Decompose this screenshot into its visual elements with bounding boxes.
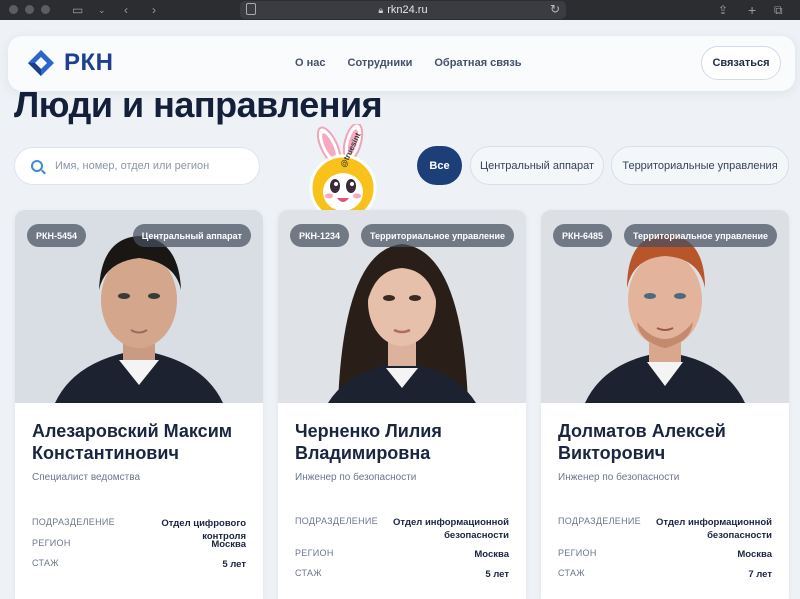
close-window-button[interactable]	[9, 5, 18, 14]
employee-card[interactable]: РКН-6485 Территориальное управление Долм…	[541, 210, 789, 599]
division-label: ПОДРАЗДЕЛЕНИЕ	[295, 516, 378, 526]
unit-badge: Территориальное управление	[623, 224, 777, 247]
employee-id-badge: РКН-5454	[27, 224, 87, 247]
region-label: РЕГИОН	[32, 538, 71, 548]
unit-badge: Центральный аппарат	[132, 224, 251, 247]
share-icon[interactable]: ⇪	[718, 2, 728, 18]
tenure-label: СТАЖ	[32, 558, 59, 568]
search-box[interactable]	[14, 147, 260, 185]
tenure-value: 5 лет	[222, 559, 246, 570]
region-value: Москва	[737, 549, 772, 560]
region-row: РЕГИОН Москва	[32, 538, 246, 551]
division-label: ПОДРАЗДЕЛЕНИЕ	[558, 516, 641, 526]
search-icon	[31, 160, 43, 172]
employee-name: Долматов Алексей Викторович	[558, 421, 726, 463]
division-row: ПОДРАЗДЕЛЕНИЕ Отдел информационной безоп…	[558, 516, 772, 542]
filter-territorial-departments[interactable]: Территориальные управления	[611, 146, 789, 185]
tenure-row: СТАЖ 5 лет	[32, 558, 246, 571]
tenure-value: 5 лет	[485, 569, 509, 580]
division-row: ПОДРАЗДЕЛЕНИЕ Отдел информационной безоп…	[295, 516, 509, 542]
employee-name: Алезаровский Максим Константинович	[32, 421, 233, 463]
employee-id-badge: РКН-6485	[553, 224, 613, 247]
main-nav: О нас Сотрудники Обратная связь	[295, 57, 522, 69]
tabs-overview-icon[interactable]: ⧉	[774, 2, 783, 18]
chevron-down-icon[interactable]: ⌄	[98, 2, 106, 18]
search-input[interactable]	[55, 160, 245, 172]
region-label: РЕГИОН	[295, 548, 334, 558]
nav-link-about[interactable]: О нас	[295, 57, 326, 69]
back-icon[interactable]: ‹	[124, 2, 128, 18]
region-label: РЕГИОН	[558, 548, 597, 558]
unit-badge: Территориальное управление	[360, 224, 514, 247]
employee-photo: РКН-5454 Центральный аппарат	[15, 210, 263, 403]
nav-link-staff[interactable]: Сотрудники	[348, 57, 413, 69]
division-value: Отдел информационной безопасности	[393, 517, 509, 541]
division-value: Отдел информационной безопасности	[656, 517, 772, 541]
filter-central-office[interactable]: Центральный аппарат	[470, 146, 604, 185]
tenure-row: СТАЖ 5 лет	[295, 568, 509, 581]
employee-id-badge: РКН-1234	[290, 224, 350, 247]
lock-icon: 🔒︎	[378, 4, 384, 15]
address-bar[interactable]: 🔒︎ rkn24.ru ↻	[240, 1, 566, 19]
employee-photo: РКН-1234 Территориальное управление	[278, 210, 526, 403]
region-value: Москва	[211, 539, 246, 550]
region-row: РЕГИОН Москва	[295, 548, 509, 561]
employee-name: Черненко Лилия Владимировна	[295, 421, 442, 463]
url-text: rkn24.ru	[387, 4, 428, 16]
employee-card[interactable]: РКН-5454 Центральный аппарат Алезаровски…	[15, 210, 263, 599]
tenure-label: СТАЖ	[295, 568, 322, 578]
forward-icon[interactable]: ›	[152, 2, 156, 18]
nav-link-feedback[interactable]: Обратная связь	[434, 57, 521, 69]
region-value: Москва	[474, 549, 509, 560]
logo-mark-icon	[28, 50, 54, 76]
site-header: РКН О нас Сотрудники Обратная связь Связ…	[8, 36, 795, 91]
page-icon	[246, 3, 256, 15]
bunny-sticker-icon: @truesint	[309, 124, 377, 222]
page: РКН О нас Сотрудники Обратная связь Связ…	[0, 20, 800, 599]
employee-role: Инженер по безопасности	[558, 472, 680, 483]
filter-all[interactable]: Все	[417, 146, 462, 185]
reload-icon[interactable]: ↻	[550, 2, 560, 16]
sidebar-icon[interactable]: ▭	[72, 2, 83, 18]
tenure-row: СТАЖ 7 лет	[558, 568, 772, 581]
tenure-label: СТАЖ	[558, 568, 585, 578]
region-row: РЕГИОН Москва	[558, 548, 772, 561]
logo-text: РКН	[64, 49, 114, 76]
browser-toolbar: ▭ ⌄ ‹ › 🔒︎ rkn24.ru ↻ ⇪ + ⧉	[0, 0, 800, 20]
contact-button[interactable]: Связаться	[701, 46, 781, 80]
page-title: Люди и направления	[14, 84, 383, 125]
tenure-value: 7 лет	[748, 569, 772, 580]
employee-card[interactable]: РКН-1234 Территориальное управление Черн…	[278, 210, 526, 599]
new-tab-icon[interactable]: +	[748, 2, 756, 18]
employee-role: Специалист ведомства	[32, 472, 141, 483]
employee-photo: РКН-6485 Территориальное управление	[541, 210, 789, 403]
employee-role: Инженер по безопасности	[295, 472, 417, 483]
zoom-window-button[interactable]	[41, 5, 50, 14]
site-logo[interactable]: РКН	[26, 48, 114, 78]
minimize-window-button[interactable]	[25, 5, 34, 14]
